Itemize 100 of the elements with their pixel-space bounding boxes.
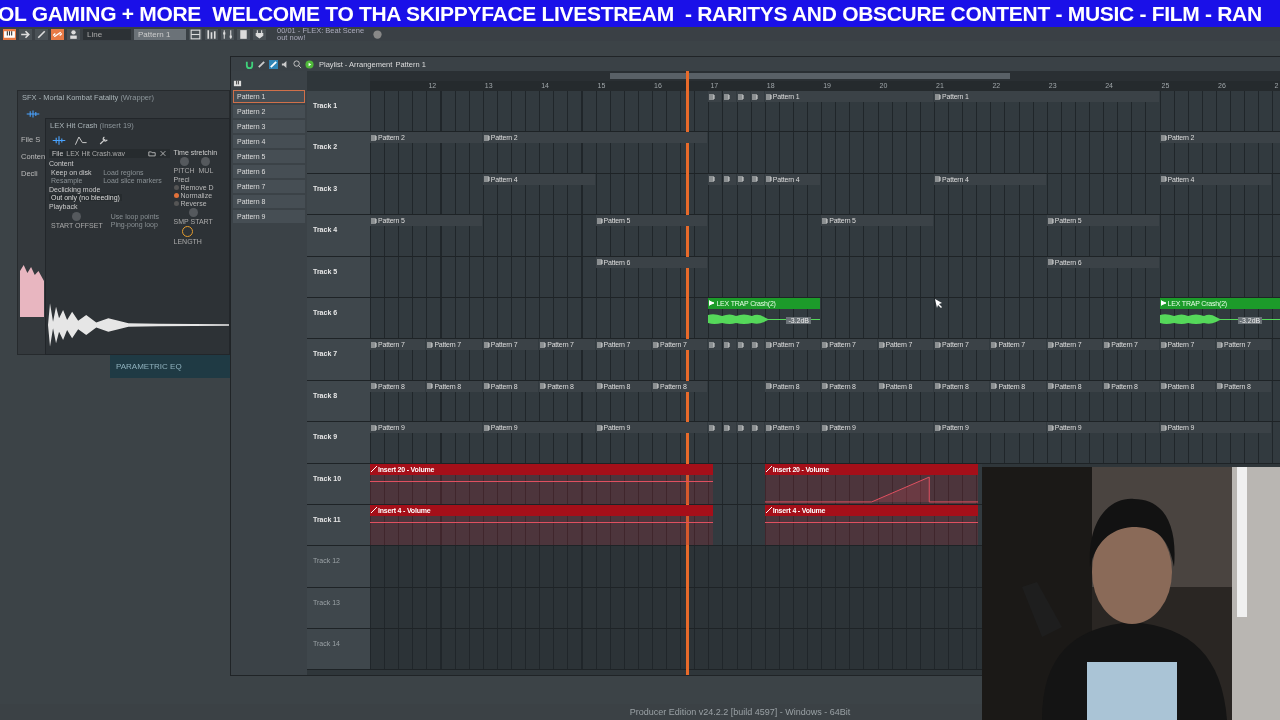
marker-icon: [1160, 300, 1167, 307]
pattern-icon: [1104, 341, 1111, 348]
bars-icon[interactable]: [205, 28, 218, 40]
brush-icon[interactable]: [35, 28, 48, 40]
pattern-icon: [1047, 259, 1054, 266]
knob[interactable]: [182, 226, 194, 237]
pattern-icon: [822, 217, 829, 224]
pattern-icon: [991, 383, 998, 390]
waveform-tab-icon[interactable]: [26, 109, 40, 119]
document-icon[interactable]: [237, 28, 250, 40]
globe-icon[interactable]: [371, 28, 385, 40]
pattern-icon: [878, 383, 885, 390]
pattern-icon: [935, 341, 941, 348]
pattern-icon: [765, 93, 772, 100]
pattern-icon: [1047, 424, 1054, 431]
pattern-icon: [751, 93, 758, 100]
pattern-icon: [1160, 383, 1167, 390]
pattern-icon: [751, 424, 758, 431]
pattern-icon: [765, 341, 772, 348]
cursor-icon: [934, 298, 944, 308]
pattern-icon: [371, 341, 377, 348]
waveform-tab-icon[interactable]: [52, 135, 66, 146]
pattern-icon: [737, 341, 744, 348]
pattern-icon: [596, 341, 603, 348]
magnet-icon[interactable]: [245, 59, 254, 69]
pattern-icon: [1160, 424, 1167, 431]
pattern-icon: [1217, 383, 1223, 390]
curve-icon: [371, 466, 377, 472]
curve-icon: [371, 507, 377, 514]
pattern-icon: [427, 383, 434, 390]
piano-icon[interactable]: [3, 28, 16, 40]
pattern-icon: [371, 217, 377, 224]
snap-dropdown[interactable]: Line: [83, 28, 131, 40]
pattern-icon: [737, 424, 744, 431]
pattern-icon: [935, 176, 941, 183]
pattern-icon: [991, 341, 998, 348]
pattern-icon: [483, 383, 490, 390]
pattern-icon: [1104, 383, 1111, 390]
pattern-icon: [822, 424, 829, 431]
eq-title: PARAMETRIC EQ: [116, 362, 182, 371]
marker-icon: [709, 300, 716, 307]
pattern-icon: [935, 424, 941, 431]
play-icon[interactable]: [305, 59, 314, 69]
pattern-icon: [483, 424, 490, 431]
pattern-icon: [765, 383, 772, 390]
brush-icon[interactable]: [269, 59, 278, 69]
pattern-icon: [1160, 341, 1167, 348]
pattern-icon: [1160, 134, 1167, 141]
pattern-icon: [935, 93, 941, 100]
pattern-icon: [483, 176, 490, 183]
pattern-icon: [723, 341, 730, 348]
pattern-icon: [737, 176, 744, 183]
stamp-icon[interactable]: [67, 28, 80, 40]
pattern-icon: [653, 383, 659, 390]
grid-icon[interactable]: [189, 28, 202, 40]
arrow-icon[interactable]: [19, 28, 32, 40]
pattern-icon: [822, 341, 829, 348]
pattern-icon: [935, 383, 941, 390]
pattern-icon: [765, 424, 772, 431]
pattern-icon: [709, 424, 716, 431]
pattern-icon: [723, 424, 730, 431]
pattern-icon: [737, 93, 744, 100]
pattern-icon: [483, 341, 490, 348]
pattern-icon: [596, 383, 603, 390]
piano-icon[interactable]: [233, 79, 242, 88]
pattern-icon: [427, 341, 434, 348]
playhead-line[interactable]: [685, 71, 689, 675]
scrollbar[interactable]: [610, 73, 1010, 79]
pattern-icon: [483, 134, 490, 141]
pattern-icon: [1047, 341, 1054, 348]
pattern-icon: [1217, 341, 1223, 348]
pencil-icon[interactable]: [257, 59, 266, 69]
pattern-icon: [596, 424, 603, 431]
envelope-tab-icon[interactable]: [74, 135, 88, 146]
pattern-icon: [1047, 217, 1054, 224]
pattern-icon: [751, 341, 758, 348]
pattern-icon: [723, 176, 730, 183]
curve-icon: [765, 466, 772, 472]
plug-icon[interactable]: [253, 28, 266, 40]
pattern-icon: [723, 93, 730, 100]
pattern-icon: [822, 383, 829, 390]
pattern-icon: [653, 341, 659, 348]
pattern-icon: [765, 176, 772, 183]
close-icon[interactable]: [158, 150, 167, 157]
pattern-icon: [371, 383, 377, 390]
pattern-icon: [371, 134, 377, 141]
pattern-icon: [596, 217, 603, 224]
pattern-icon: [751, 176, 758, 183]
mixer-icon[interactable]: [221, 28, 234, 40]
pattern-icon: [540, 383, 547, 390]
pattern-icon: [878, 341, 885, 348]
link-icon[interactable]: [51, 28, 64, 40]
pattern-icon: [596, 259, 603, 266]
folder-icon[interactable]: [147, 150, 156, 157]
pattern-icon: [371, 424, 377, 431]
search-icon[interactable]: [293, 59, 302, 69]
pattern-icon: [1047, 383, 1054, 390]
pattern-icon: [709, 93, 716, 100]
pattern-icon: [709, 341, 716, 348]
curve-icon: [765, 507, 772, 514]
